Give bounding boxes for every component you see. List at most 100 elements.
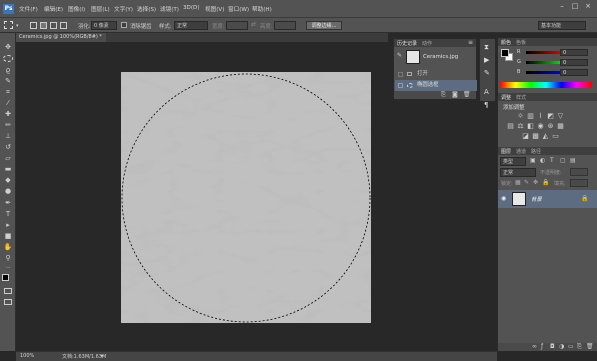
brush-panel-icon[interactable]: ✎ xyxy=(484,69,490,77)
trash-icon[interactable]: 🗑 xyxy=(463,91,471,98)
character-panel-icon[interactable]: A xyxy=(484,88,489,96)
posterize-icon[interactable]: ▩ xyxy=(532,133,539,140)
style-select[interactable]: 正常 xyxy=(174,21,208,30)
hand-tool-icon[interactable]: ✋ xyxy=(3,243,13,251)
chevron-down-icon[interactable]: ▾ xyxy=(16,23,19,29)
blue-value-input[interactable]: 0 xyxy=(560,69,588,76)
opacity-input[interactable] xyxy=(570,168,588,176)
filter-pixel-icon[interactable]: ▣ xyxy=(530,157,536,164)
menu-layer[interactable]: 图层(L) xyxy=(91,5,110,13)
status-menu-icon[interactable]: ▸ xyxy=(101,353,104,359)
red-value-input[interactable]: 0 xyxy=(560,49,588,56)
blur-tool-icon[interactable]: ◆ xyxy=(3,176,13,184)
step-checkbox-icon[interactable] xyxy=(398,83,403,88)
close-button[interactable]: × xyxy=(583,2,593,11)
brush-source-icon[interactable]: ✎ xyxy=(397,52,402,59)
document-tab[interactable]: Ceramics.jpg @ 100%(RGB/8#) * xyxy=(16,33,106,42)
tab-history[interactable]: 历史记录 xyxy=(397,40,417,47)
channel-mixer-icon[interactable]: ⊛ xyxy=(547,123,554,130)
quick-select-icon[interactable]: ✎ xyxy=(3,77,13,85)
tab-paths[interactable]: 路径 xyxy=(531,148,541,155)
tab-color[interactable]: 颜色 xyxy=(501,39,511,46)
filter-smart-icon[interactable]: ▤ xyxy=(570,157,576,164)
menu-view[interactable]: 视图(V) xyxy=(205,5,224,13)
pen-tool-icon[interactable]: ✒ xyxy=(3,199,13,207)
eye-visibility-icon[interactable]: ◉ xyxy=(501,195,506,202)
height-input[interactable] xyxy=(274,21,296,30)
crop-tool-icon[interactable]: ⌗ xyxy=(3,88,13,96)
quick-mask-icon[interactable] xyxy=(4,288,12,294)
color-foreground-swatch[interactable] xyxy=(501,49,509,57)
eyedropper-icon[interactable]: ⁄ xyxy=(3,99,13,107)
curves-icon[interactable]: ⌇ xyxy=(537,113,544,120)
lock-position-icon[interactable]: ✥ xyxy=(533,179,538,186)
add-selection-icon[interactable] xyxy=(40,22,47,29)
snapshot-camera-icon[interactable]: ◙ xyxy=(452,91,458,98)
new-selection-icon[interactable] xyxy=(30,22,37,29)
exposure-icon[interactable]: ◩ xyxy=(547,113,554,120)
tab-channels[interactable]: 通道 xyxy=(516,148,526,155)
vibrance-icon[interactable]: ▽ xyxy=(557,113,564,120)
fill-input[interactable] xyxy=(570,179,588,187)
color-lookup-icon[interactable]: ▦ xyxy=(557,123,564,130)
invert-icon[interactable]: ◪ xyxy=(522,133,529,140)
filter-type-icon[interactable]: T xyxy=(550,157,554,164)
screen-mode-icon[interactable] xyxy=(4,299,12,305)
filter-adjust-icon[interactable]: ◐ xyxy=(540,157,545,164)
shape-tool-icon[interactable]: ■ xyxy=(3,232,13,240)
history-step-open[interactable]: 打开 xyxy=(395,69,477,80)
threshold-icon[interactable]: ◭ xyxy=(542,133,549,140)
maximize-button[interactable]: □ xyxy=(570,2,580,11)
menu-help[interactable]: 帮助(H) xyxy=(252,5,272,13)
document-canvas[interactable] xyxy=(121,72,371,323)
menu-select[interactable]: 选择(S) xyxy=(137,5,156,13)
link-layers-icon[interactable]: ∞ xyxy=(532,343,537,350)
antialias-checkbox[interactable] xyxy=(121,22,127,28)
type-tool-icon[interactable]: T xyxy=(3,210,13,218)
tab-adjustments[interactable]: 调整 xyxy=(501,94,511,101)
width-input[interactable] xyxy=(226,21,248,30)
elliptical-marquee-icon[interactable] xyxy=(3,55,13,62)
new-group-icon[interactable]: ▭ xyxy=(568,343,574,350)
workspace-select[interactable]: 基本功能 xyxy=(538,21,586,30)
photo-filter-icon[interactable]: ◉ xyxy=(537,123,544,130)
color-spectrum-bar[interactable] xyxy=(500,82,592,88)
history-step-ellipse[interactable]: 椭圆选框 xyxy=(395,80,477,91)
add-mask-icon[interactable]: ◘ xyxy=(550,343,555,350)
brush-tool-icon[interactable]: ✏ xyxy=(3,121,13,129)
green-value-input[interactable]: 0 xyxy=(560,59,588,66)
new-adjustment-icon[interactable]: ◑ xyxy=(559,343,564,350)
tab-swatches[interactable]: 色板 xyxy=(516,39,526,46)
hue-saturation-icon[interactable]: ▤ xyxy=(507,123,514,130)
tab-styles[interactable]: 样式 xyxy=(516,94,526,101)
history-snapshot-row[interactable]: ✎ Ceramics.jpg xyxy=(395,48,477,66)
more-tools-icon[interactable]: ··· xyxy=(3,264,13,272)
clone-stamp-icon[interactable]: ⊥ xyxy=(3,132,13,140)
healing-brush-icon[interactable]: ✚ xyxy=(3,110,13,118)
paragraph-panel-icon[interactable]: ¶ xyxy=(484,101,488,109)
levels-icon[interactable]: ▥ xyxy=(527,113,534,120)
minimize-button[interactable]: – xyxy=(557,2,567,11)
new-layer-icon[interactable]: ⎘ xyxy=(577,343,582,351)
brightness-icon[interactable]: ☼ xyxy=(517,113,524,120)
foreground-color-swatch[interactable] xyxy=(2,274,9,281)
history-brush-icon[interactable]: ↺ xyxy=(3,143,13,151)
feather-input[interactable]: 0 像素 xyxy=(91,21,117,30)
path-select-icon[interactable]: ▸ xyxy=(3,221,13,229)
zoom-tool-icon[interactable]: ⚲ xyxy=(3,254,13,262)
layer-kind-filter[interactable]: 类型 xyxy=(500,157,526,166)
panel-menu-icon[interactable]: ≡ xyxy=(468,39,473,46)
gradient-map-icon[interactable]: ▭ xyxy=(552,133,559,140)
move-tool-icon[interactable]: ✥ xyxy=(3,43,13,51)
menu-window[interactable]: 窗口(W) xyxy=(228,5,249,13)
gradient-tool-icon[interactable]: ▬ xyxy=(3,165,13,173)
layer-row-background[interactable]: ◉ 背景 🔒 xyxy=(498,190,597,208)
filter-shape-icon[interactable]: ▢ xyxy=(560,157,566,164)
actions-panel-icon[interactable]: ▶ xyxy=(484,56,489,64)
dodge-tool-icon[interactable]: ● xyxy=(3,187,13,195)
zoom-level[interactable]: 100% xyxy=(20,353,34,359)
menu-file[interactable]: 文件(F) xyxy=(19,5,38,13)
marquee-tool-preset-icon[interactable] xyxy=(4,21,13,29)
tab-layers[interactable]: 图层 xyxy=(501,148,511,155)
tab-actions[interactable]: 动作 xyxy=(422,40,432,47)
